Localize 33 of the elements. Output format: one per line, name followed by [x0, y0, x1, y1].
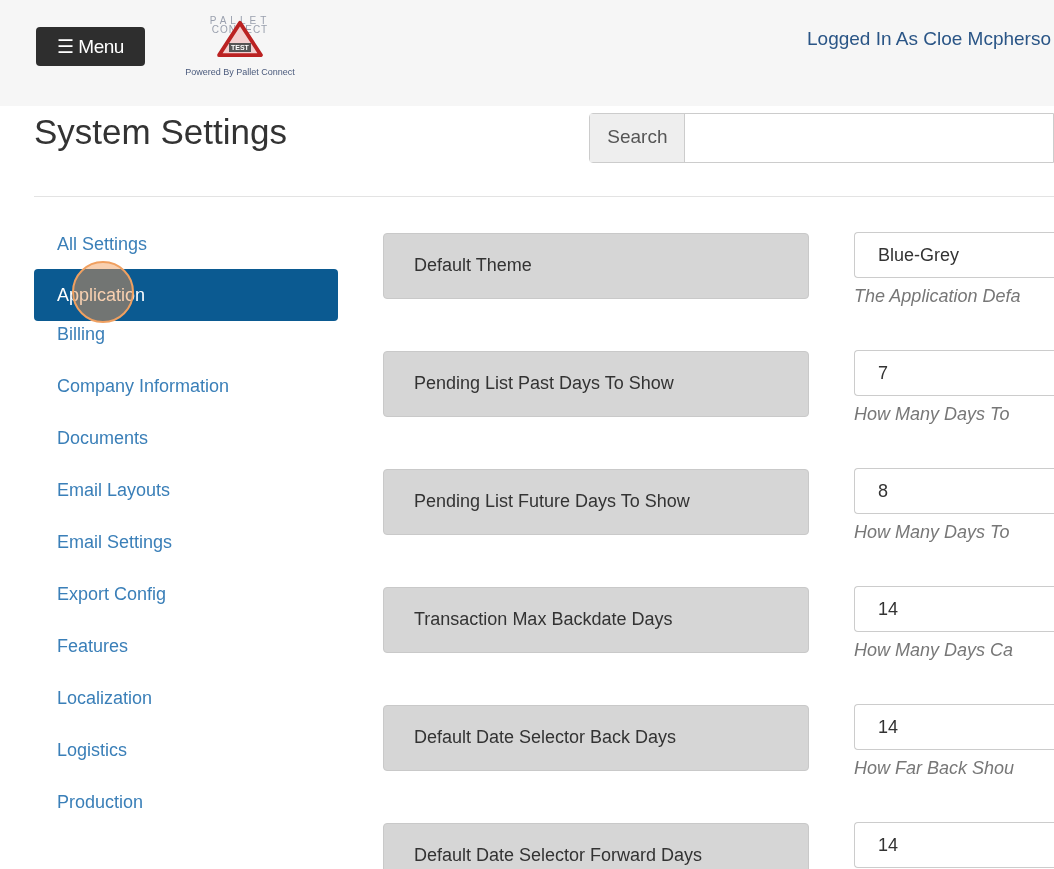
sidebar-item[interactable]: Billing: [34, 321, 338, 373]
setting-field[interactable]: 14: [854, 704, 1054, 750]
page-title: System Settings: [34, 112, 288, 152]
sidebar-item[interactable]: Localization: [34, 685, 338, 737]
setting-label: Pending List Past Days To Show: [383, 351, 809, 417]
help-text: How Many Days To: [854, 404, 1011, 425]
sidebar-item[interactable]: Export Config: [34, 581, 338, 633]
help-text: How Far Back Shou: [854, 758, 1016, 779]
help-text: The Application Defa: [854, 286, 1022, 307]
setting-field[interactable]: Blue-Grey: [854, 232, 1054, 278]
setting-label: Transaction Max Backdate Days: [383, 587, 809, 653]
setting-label: Default Date Selector Forward Days: [383, 823, 809, 869]
menu-button[interactable]: ☰ Menu: [36, 27, 145, 66]
sidebar-item[interactable]: Documents: [34, 425, 338, 477]
sidebar-item[interactable]: Email Settings: [34, 529, 338, 581]
help-text: How Many Days To: [854, 522, 1011, 543]
sidebar-item[interactable]: Features: [34, 633, 338, 685]
sidebar-item[interactable]: Company Information: [34, 373, 338, 425]
setting-field[interactable]: 7: [854, 350, 1054, 396]
sidebar-item[interactable]: Email Layouts: [34, 477, 338, 529]
setting-field[interactable]: 14: [854, 822, 1054, 868]
setting-label: Default Theme: [383, 233, 809, 299]
logo-tagline: Powered By Pallet Connect: [185, 67, 295, 77]
setting-label: Pending List Future Days To Show: [383, 469, 809, 535]
help-text: How Many Days Ca: [854, 640, 1015, 661]
search-field[interactable]: Search: [589, 113, 1054, 163]
sidebar-item[interactable]: Production: [34, 789, 338, 841]
sidebar-item[interactable]: Logistics: [34, 737, 338, 789]
setting-field[interactable]: 8: [854, 468, 1054, 514]
setting-label: Default Date Selector Back Days: [383, 705, 809, 771]
sidebar-item[interactable]: All Settings: [34, 233, 338, 269]
logged-in-user: Logged In As Cloe Mcpherso: [807, 28, 1051, 50]
setting-field[interactable]: 14: [854, 586, 1054, 632]
